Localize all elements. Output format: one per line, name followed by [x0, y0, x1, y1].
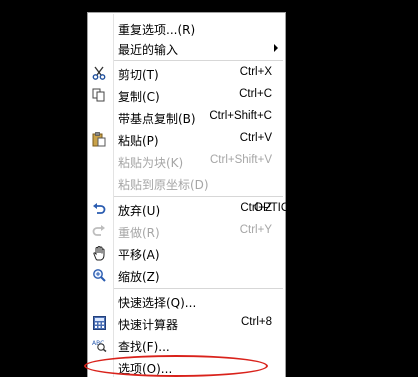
paste-icon	[91, 131, 107, 147]
menu-item-quick-select[interactable]: 快速选择(Q)...	[89, 291, 284, 311]
menu-item-label: 平移(A)	[118, 248, 160, 262]
menu-item-label: 粘贴到原坐标(D)	[118, 178, 209, 192]
menu-item-quick-calculator[interactable]: 快速计算器 Ctrl+8	[89, 313, 284, 333]
undo-icon	[91, 201, 107, 217]
menu-item-label: 复制(C)	[118, 90, 160, 104]
menu-item-shortcut: Ctrl+Z	[240, 202, 272, 214]
menu-item-redo[interactable]: 重做(R) Ctrl+Y	[89, 221, 284, 241]
menu-separator	[114, 288, 283, 289]
context-menu: 重复选项...(R) 最近的输入 剪切(T) Ctrl+X 复制(C) Ctrl…	[87, 12, 306, 379]
menu-item-label: 缩放(Z)	[118, 270, 160, 284]
redo-icon	[91, 223, 107, 239]
zoom-icon	[91, 267, 107, 283]
copy-icon	[91, 87, 107, 103]
menu-item-copy-with-basepoint[interactable]: 带基点复制(B) Ctrl+Shift+C	[89, 107, 284, 127]
menu-item-pan[interactable]: 平移(A)	[89, 243, 284, 263]
find-icon: ABC	[91, 337, 107, 353]
menu-item-label: 快速选择(Q)...	[118, 296, 197, 310]
menu-separator	[114, 196, 283, 197]
menu-item-shortcut: Ctrl+X	[239, 66, 272, 78]
screen: 重复选项...(R) 最近的输入 剪切(T) Ctrl+X 复制(C) Ctrl…	[0, 0, 418, 381]
menu-separator	[114, 60, 283, 61]
menu-item-paste-as-block[interactable]: 粘贴为块(K) Ctrl+Shift+V	[89, 151, 284, 171]
menu-item-paste-to-original-coordinates[interactable]: 粘贴到原坐标(D)	[89, 173, 284, 193]
hand-icon	[91, 245, 107, 261]
menu-item-label: 最近的输入	[118, 43, 179, 57]
menu-item-copy[interactable]: 复制(C) Ctrl+C	[89, 85, 284, 105]
menu-item-label: 查找(F)...	[118, 340, 170, 354]
menu-item-shortcut: Ctrl+Shift+C	[209, 110, 272, 122]
menu-item-shortcut: Ctrl+V	[239, 132, 272, 144]
menu-item-label: 快速计算器	[118, 318, 179, 332]
menu-item-shortcut: Ctrl+8	[241, 316, 272, 328]
menu-item-shortcut: Ctrl+Y	[239, 224, 272, 236]
menu-item-label: 带基点复制(B)	[118, 112, 196, 126]
submenu-arrow-icon	[274, 44, 278, 52]
menu-item-zoom[interactable]: 缩放(Z)	[89, 265, 284, 285]
menu-item-paste[interactable]: 粘贴(P) Ctrl+V	[89, 129, 284, 149]
menu-item-label: 粘贴(P)	[118, 134, 159, 148]
menu-item-label: 粘贴为块(K)	[118, 156, 184, 170]
taskbar-edge	[0, 377, 418, 381]
calculator-icon	[91, 315, 107, 331]
menu-item-label: 剪切(T)	[118, 68, 159, 82]
menu-item-cut[interactable]: 剪切(T) Ctrl+X	[89, 63, 284, 83]
scissors-icon	[91, 65, 107, 81]
menu-item-repeat-options[interactable]: 重复选项...(R)	[89, 18, 284, 38]
menu-item-find[interactable]: ABC 查找(F)...	[89, 335, 284, 355]
highlight-annotation	[84, 355, 268, 377]
menu-item-label: 重复选项...(R)	[118, 23, 196, 37]
menu-item-shortcut: Ctrl+C	[239, 88, 272, 100]
menu-item-undo[interactable]: 放弃(U) OPTIONS Ctrl+Z	[89, 199, 306, 219]
menu-item-recent-input[interactable]: 最近的输入	[89, 38, 284, 58]
menu-item-label: 重做(R)	[118, 226, 160, 240]
menu-item-label: 放弃(U)	[118, 204, 161, 218]
menu-item-shortcut: Ctrl+Shift+V	[210, 154, 272, 166]
